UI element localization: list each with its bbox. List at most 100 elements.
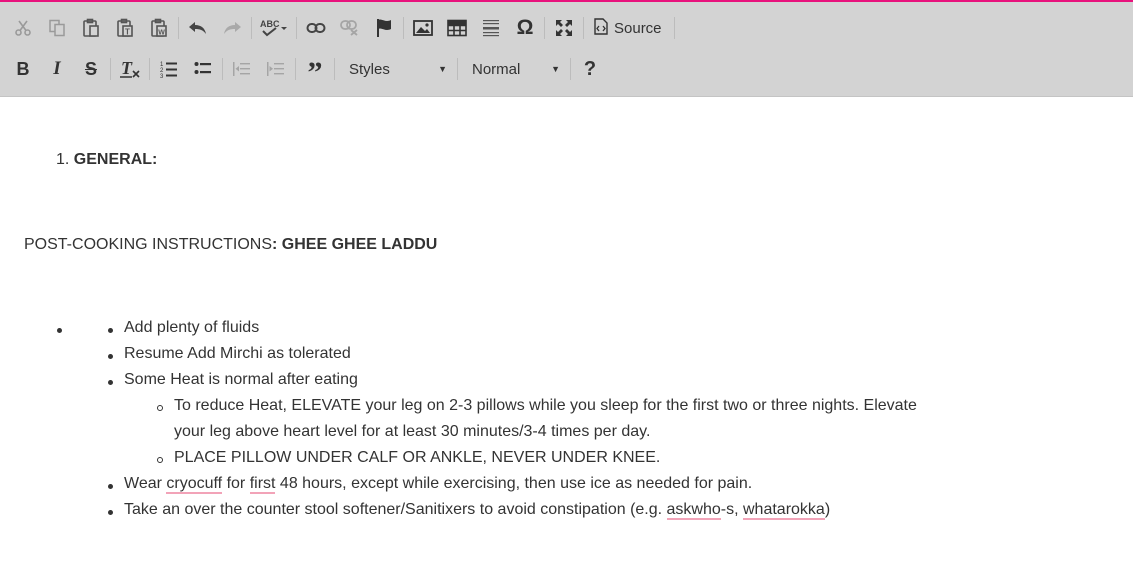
source-button[interactable]: Source bbox=[586, 13, 672, 43]
undo-button[interactable] bbox=[181, 13, 215, 43]
paste-word-button[interactable]: W bbox=[142, 13, 176, 43]
outer-bullet-dot bbox=[57, 328, 62, 333]
toolbar-separator bbox=[251, 17, 252, 39]
decrease-indent-icon bbox=[233, 61, 251, 77]
toolbar-row-1: T W ABC Ω Source bbox=[6, 11, 677, 45]
spellcheck-button[interactable]: ABC bbox=[254, 13, 294, 43]
text-run: ) bbox=[824, 501, 831, 518]
flag-icon bbox=[375, 18, 393, 38]
omega-icon: Ω bbox=[516, 16, 534, 39]
anchor-button[interactable] bbox=[367, 13, 401, 43]
redo-icon bbox=[222, 20, 242, 36]
post-dish-name: : GHEE GHEE LADDU bbox=[272, 236, 438, 253]
bullet-dot bbox=[108, 510, 113, 515]
bold-button[interactable]: B bbox=[6, 54, 40, 84]
bullet-dot bbox=[108, 484, 113, 489]
strikethrough-icon: S bbox=[84, 58, 97, 79]
source-icon bbox=[594, 17, 608, 39]
list-item: Wear cryocuff for first 48 hours, except… bbox=[124, 475, 753, 494]
special-char-button[interactable]: Ω bbox=[508, 13, 542, 43]
cut-button[interactable] bbox=[6, 13, 40, 43]
post-instructions-title: POST-COOKING INSTRUCTIONS: GHEE GHEE LAD… bbox=[24, 236, 437, 254]
toolbar-row-2: B I S T 123 ” Styles ▼ Normal ▼ ? bbox=[6, 52, 607, 88]
sub-list-item-continuation: your leg above heart level for at least … bbox=[174, 423, 651, 440]
misspelled-word[interactable]: askwho bbox=[666, 501, 721, 520]
svg-text:W: W bbox=[158, 30, 165, 37]
text-run: 48 hours, except while exercising, then … bbox=[275, 475, 753, 492]
toolbar-separator bbox=[295, 58, 296, 80]
toolbar-separator bbox=[222, 58, 223, 80]
decrease-indent-button[interactable] bbox=[225, 54, 259, 84]
svg-text:T: T bbox=[121, 59, 133, 78]
link-icon bbox=[306, 22, 326, 34]
sub-bullet-circle bbox=[157, 457, 163, 463]
text-run: Take an over the counter stool softener/… bbox=[124, 501, 667, 518]
list-item: Take an over the counter stool softener/… bbox=[124, 501, 831, 520]
bullet-dot bbox=[108, 328, 113, 333]
redo-button[interactable] bbox=[215, 13, 249, 43]
sub-bullet-circle bbox=[157, 405, 163, 411]
section-heading: 1. GENERAL: bbox=[56, 151, 157, 169]
format-label: Normal bbox=[472, 60, 521, 78]
toolbar-separator bbox=[296, 17, 297, 39]
horizontal-line-button[interactable] bbox=[474, 13, 508, 43]
table-button[interactable] bbox=[440, 13, 474, 43]
paste-word-icon: W bbox=[150, 18, 168, 38]
help-button[interactable]: ? bbox=[573, 54, 607, 84]
editor-content[interactable]: 1. GENERAL: POST-COOKING INSTRUCTIONS: G… bbox=[0, 98, 1133, 564]
chevron-down-icon: ▼ bbox=[551, 64, 560, 74]
bulleted-list-icon bbox=[194, 61, 212, 77]
paste-text-icon: T bbox=[116, 18, 134, 38]
heading-text: GENERAL: bbox=[73, 151, 158, 168]
sub-list-item: To reduce Heat, ELEVATE your leg on 2-3 … bbox=[174, 397, 917, 414]
list-item: Resume Add Mirchi as tolerated bbox=[124, 345, 351, 362]
copy-button[interactable] bbox=[40, 13, 74, 43]
undo-icon bbox=[188, 20, 208, 36]
svg-text:ABC: ABC bbox=[260, 19, 280, 29]
misspelled-word[interactable]: cryocuff bbox=[166, 475, 223, 494]
misspelled-word[interactable]: whatarokka bbox=[743, 501, 825, 520]
list-item: Some Heat is normal after eating bbox=[124, 371, 358, 388]
toolbar-separator bbox=[178, 17, 179, 39]
toolbar-separator bbox=[334, 58, 335, 80]
sub-list-item: PLACE PILLOW UNDER CALF OR ANKLE, NEVER … bbox=[174, 449, 661, 466]
paste-icon bbox=[82, 18, 100, 38]
numbered-list-icon: 123 bbox=[160, 60, 178, 78]
horizontal-line-icon bbox=[482, 18, 500, 38]
toolbar-separator bbox=[583, 17, 584, 39]
bold-icon: B bbox=[16, 58, 30, 79]
styles-dropdown[interactable]: Styles ▼ bbox=[337, 54, 455, 84]
toolbar-separator bbox=[403, 17, 404, 39]
increase-indent-button[interactable] bbox=[259, 54, 293, 84]
link-button[interactable] bbox=[299, 13, 333, 43]
list-item: Add plenty of fluids bbox=[124, 319, 260, 336]
numbered-list-button[interactable]: 123 bbox=[152, 54, 186, 84]
source-label: Source bbox=[614, 19, 662, 37]
format-dropdown[interactable]: Normal ▼ bbox=[460, 54, 568, 84]
image-button[interactable] bbox=[406, 13, 440, 43]
copy-icon bbox=[48, 19, 66, 37]
unlink-icon bbox=[340, 20, 360, 36]
maximize-icon bbox=[555, 19, 573, 37]
unlink-button[interactable] bbox=[333, 13, 367, 43]
remove-format-button[interactable]: T bbox=[113, 54, 147, 84]
maximize-button[interactable] bbox=[547, 13, 581, 43]
table-icon bbox=[447, 19, 467, 37]
text-run: Wear bbox=[124, 475, 167, 492]
blockquote-button[interactable]: ” bbox=[298, 54, 332, 88]
chevron-down-icon: ▼ bbox=[438, 64, 447, 74]
bulleted-list-button[interactable] bbox=[186, 54, 220, 84]
bullet-dot bbox=[108, 380, 113, 385]
misspelled-word[interactable]: first bbox=[249, 475, 276, 494]
strikethrough-button[interactable]: S bbox=[74, 54, 108, 84]
styles-label: Styles bbox=[349, 60, 390, 78]
toolbar-separator bbox=[544, 17, 545, 39]
spellcheck-icon: ABC bbox=[259, 18, 289, 38]
italic-icon: I bbox=[53, 58, 61, 79]
scissors-icon bbox=[14, 19, 32, 37]
paste-button[interactable] bbox=[74, 13, 108, 43]
toolbar-separator bbox=[457, 58, 458, 80]
italic-button[interactable]: I bbox=[40, 54, 74, 84]
paste-text-button[interactable]: T bbox=[108, 13, 142, 43]
remove-format-icon: T bbox=[119, 59, 141, 79]
